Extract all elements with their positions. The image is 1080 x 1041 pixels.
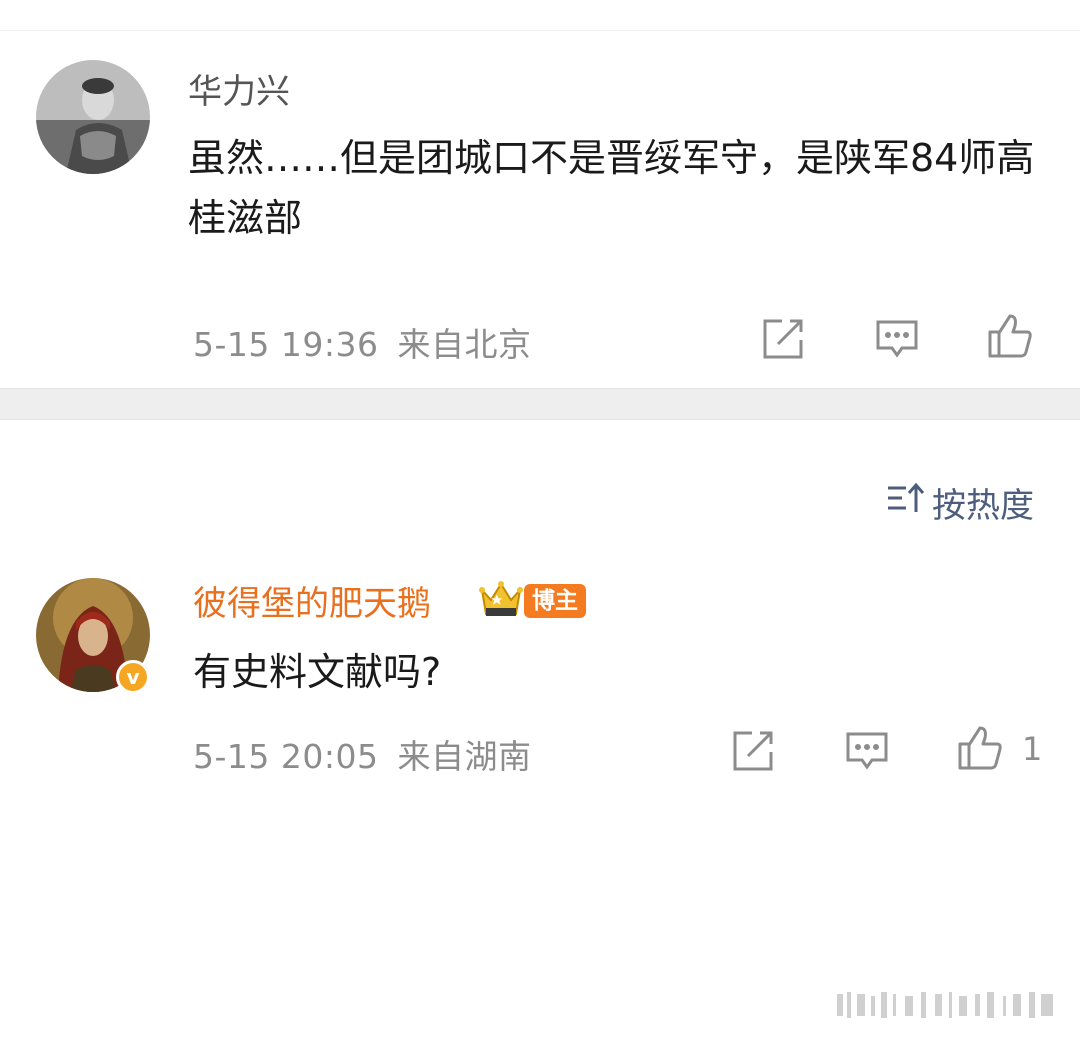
comment-location: 来自湖南 [397, 737, 532, 776]
comment-text: 有史料文献吗? [193, 650, 442, 694]
like-count: 1 [1022, 730, 1043, 768]
section-divider [0, 388, 1080, 420]
comment-time: 5-15 19:36 [193, 325, 379, 364]
watermark [835, 990, 1057, 1020]
forward-icon[interactable] [730, 728, 776, 774]
sort-toggle[interactable]: 按热度 [886, 478, 1034, 527]
comment-time: 5-15 20:05 [193, 737, 379, 776]
comment-meta: 5-15 20:05 来自湖南 [193, 730, 532, 778]
avatar[interactable] [36, 60, 150, 174]
comment-item: v 彼得堡的肥天鹅 博主 有史料文献吗? 5-15 20:05 来自湖南 1 [0, 560, 1080, 800]
comment-icon[interactable] [874, 316, 920, 362]
comment-text: 虽然……但是团城口不是晋绥军守，是陕军84师高桂滋部 [188, 136, 1035, 240]
crown-badge-icon [478, 580, 524, 620]
sort-icon [886, 480, 926, 525]
like-icon[interactable] [986, 312, 1032, 358]
username[interactable]: 彼得堡的肥天鹅 [193, 584, 431, 624]
forward-icon[interactable] [760, 316, 806, 362]
comment-icon[interactable] [844, 728, 890, 774]
comment-item: 华力兴 虽然……但是团城口不是晋绥军守，是陕军84师高桂滋部 5-15 19:3… [0, 0, 1080, 388]
comment-location: 来自北京 [397, 325, 532, 364]
username[interactable]: 华力兴 [188, 72, 290, 112]
verified-icon: v [116, 660, 150, 694]
blogger-badge: 博主 [524, 584, 586, 618]
like-icon[interactable] [956, 724, 1002, 770]
sort-label: 按热度 [932, 486, 1034, 526]
comment-meta: 5-15 19:36 来自北京 [193, 318, 532, 366]
